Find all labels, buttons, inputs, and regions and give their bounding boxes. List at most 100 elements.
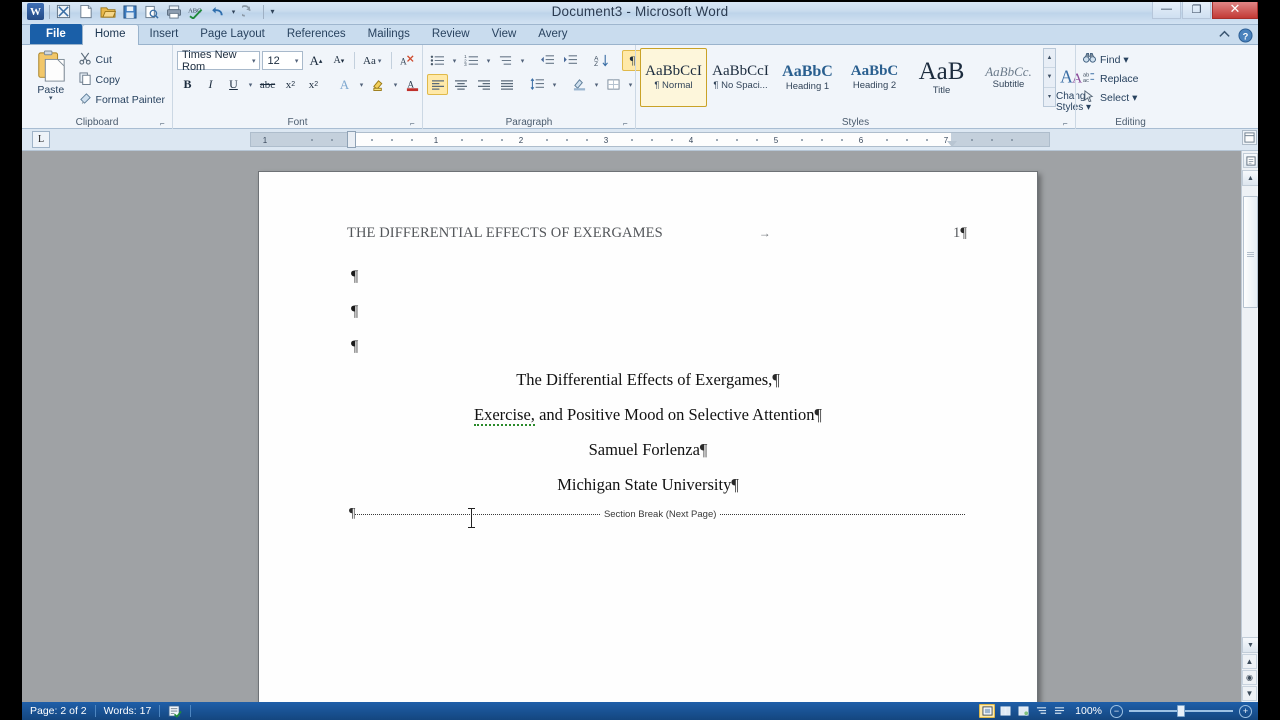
superscript-button[interactable]: x2 [303,74,324,95]
document-canvas[interactable]: THE DIFFERENTIAL EFFECTS OF EXERGAMES → … [22,151,1258,702]
tab-avery[interactable]: Avery [527,24,578,44]
text-highlight-button[interactable] [368,74,389,95]
ruler-view-toggle-icon[interactable] [1242,130,1257,145]
styles-dialog-launcher[interactable]: ⌐ [1063,119,1072,128]
style-no-spacing[interactable]: AaBbCcI ¶ No Spaci... [707,48,774,107]
bullets-button[interactable] [427,50,448,71]
vertical-scrollbar[interactable]: ▲ ▼ ▲ ◉ ▼ [1241,151,1258,702]
font-color-button[interactable]: A [402,74,423,95]
zoom-slider[interactable] [1125,704,1237,718]
grow-font-button[interactable]: A ▴ [305,50,326,71]
styles-scroll-up-button[interactable]: ▲ [1044,49,1055,69]
numbering-button[interactable]: 123 [461,50,482,71]
indent-marker-left[interactable] [347,131,356,148]
shading-button[interactable] [569,74,590,95]
paste-dropdown-icon[interactable]: ▾ [49,95,53,102]
line-spacing-button[interactable] [527,74,548,95]
select-browse-object-button[interactable]: ◉ [1242,670,1257,685]
shrink-font-button[interactable]: A ▾ [328,50,349,71]
copy-button[interactable]: Copy [76,71,168,89]
cut-button[interactable]: Cut [76,51,168,69]
document-page[interactable]: THE DIFFERENTIAL EFFECTS OF EXERGAMES → … [258,171,1038,702]
minimize-button[interactable]: — [1152,0,1181,19]
title-line-2[interactable]: Exercise, and Positive Mood on Selective… [259,405,1037,426]
style-heading-1[interactable]: AaBbC Heading 1 [774,48,841,107]
scrollbar-thumb[interactable] [1243,196,1258,308]
next-page-button[interactable]: ▼ [1242,686,1257,701]
zoom-out-button[interactable]: − [1110,704,1123,718]
word-count-indicator[interactable]: Words: 17 [96,705,160,717]
restore-button[interactable]: ❐ [1182,0,1211,19]
tab-page-layout[interactable]: Page Layout [189,24,276,44]
style-heading-2[interactable]: AaBbC Heading 2 [841,48,908,107]
change-case-button[interactable]: Aa ▾ [360,50,386,71]
title-line-1[interactable]: The Differential Effects of Exergames,¶ [259,370,1037,390]
shading-dropdown-icon[interactable]: ▾ [592,74,601,95]
help-icon[interactable]: ? [1238,28,1253,43]
close-button[interactable]: ✕ [1212,0,1258,19]
numbering-dropdown-icon[interactable]: ▾ [484,50,493,71]
font-size-combo[interactable]: 12 ▾ [262,51,304,70]
paragraph-dialog-launcher[interactable]: ⌐ [623,119,632,128]
increase-indent-button[interactable] [560,50,581,71]
subscript-button[interactable]: x2 [280,74,301,95]
text-effects-button[interactable]: A [334,74,355,95]
find-button[interactable]: Find ▾ [1080,51,1142,68]
scroll-up-button[interactable]: ▲ [1242,170,1258,186]
author-line[interactable]: Samuel Forlenza¶ [259,440,1037,460]
affiliation-line[interactable]: Michigan State University¶ [259,475,1037,495]
outline-view-button[interactable] [1033,704,1049,718]
strikethrough-button[interactable]: abc [257,74,278,95]
zoom-in-button[interactable]: + [1239,704,1252,718]
tab-home[interactable]: Home [81,24,139,45]
bold-button[interactable]: B [177,74,198,95]
zoom-slider-thumb[interactable] [1177,705,1185,717]
full-screen-reading-button[interactable] [997,704,1013,718]
multilevel-dropdown-icon[interactable]: ▾ [518,50,527,71]
minimize-ribbon-icon[interactable] [1218,28,1232,42]
document-running-header[interactable]: THE DIFFERENTIAL EFFECTS OF EXERGAMES → … [347,225,967,242]
page-indicator[interactable]: Page: 2 of 2 [22,705,95,717]
tab-insert[interactable]: Insert [139,24,190,44]
clear-formatting-button[interactable]: A [397,50,418,71]
underline-button[interactable]: U [223,74,244,95]
horizontal-ruler[interactable]: 1 1 2 3 4 5 6 7 [250,131,1050,148]
select-button[interactable]: Select ▾ [1080,89,1142,106]
replace-button[interactable]: ab ac Replace [1080,70,1142,87]
style-title[interactable]: AaB Title [908,48,975,107]
tab-file[interactable]: File [30,24,82,44]
font-dialog-launcher[interactable]: ⌐ [410,119,419,128]
text-effects-dropdown-icon[interactable]: ▾ [357,74,366,95]
align-left-button[interactable] [427,74,448,95]
font-name-combo[interactable]: Times New Rom ▾ [177,49,261,73]
indent-marker-right[interactable] [947,141,957,147]
align-center-button[interactable] [450,74,471,95]
styles-scroll-down-button[interactable]: ▼ [1044,68,1055,88]
bullets-dropdown-icon[interactable]: ▾ [450,50,459,71]
format-painter-button[interactable]: Format Painter [76,91,168,109]
highlight-dropdown-icon[interactable]: ▾ [391,74,400,95]
tab-references[interactable]: References [276,24,357,44]
underline-dropdown-icon[interactable]: ▾ [246,74,255,95]
print-layout-view-button[interactable] [979,704,996,718]
tab-mailings[interactable]: Mailings [357,24,421,44]
web-layout-view-button[interactable] [1015,704,1031,718]
tab-review[interactable]: Review [421,24,481,44]
tab-selector-button[interactable]: L [32,131,50,148]
style-subtitle[interactable]: AaBbCc. Subtitle [975,48,1042,107]
clipboard-dialog-launcher[interactable]: ⌐ [160,119,169,128]
sort-button[interactable]: AZ [591,50,612,71]
tab-view[interactable]: View [481,24,528,44]
styles-more-button[interactable]: ▾ [1044,88,1055,106]
multilevel-list-button[interactable] [495,50,516,71]
zoom-level-label[interactable]: 100% [1069,705,1108,717]
style-normal[interactable]: AaBbCcI ¶ Normal [640,48,707,107]
justify-button[interactable] [496,74,517,95]
italic-button[interactable]: I [200,74,221,95]
borders-dropdown-icon[interactable]: ▾ [626,74,635,95]
scroll-down-button[interactable]: ▼ [1242,637,1258,653]
line-spacing-dropdown-icon[interactable]: ▾ [550,74,559,95]
draft-view-button[interactable] [1051,704,1067,718]
proofing-errors-icon[interactable] [160,704,190,718]
previous-page-button[interactable]: ▲ [1242,654,1257,669]
